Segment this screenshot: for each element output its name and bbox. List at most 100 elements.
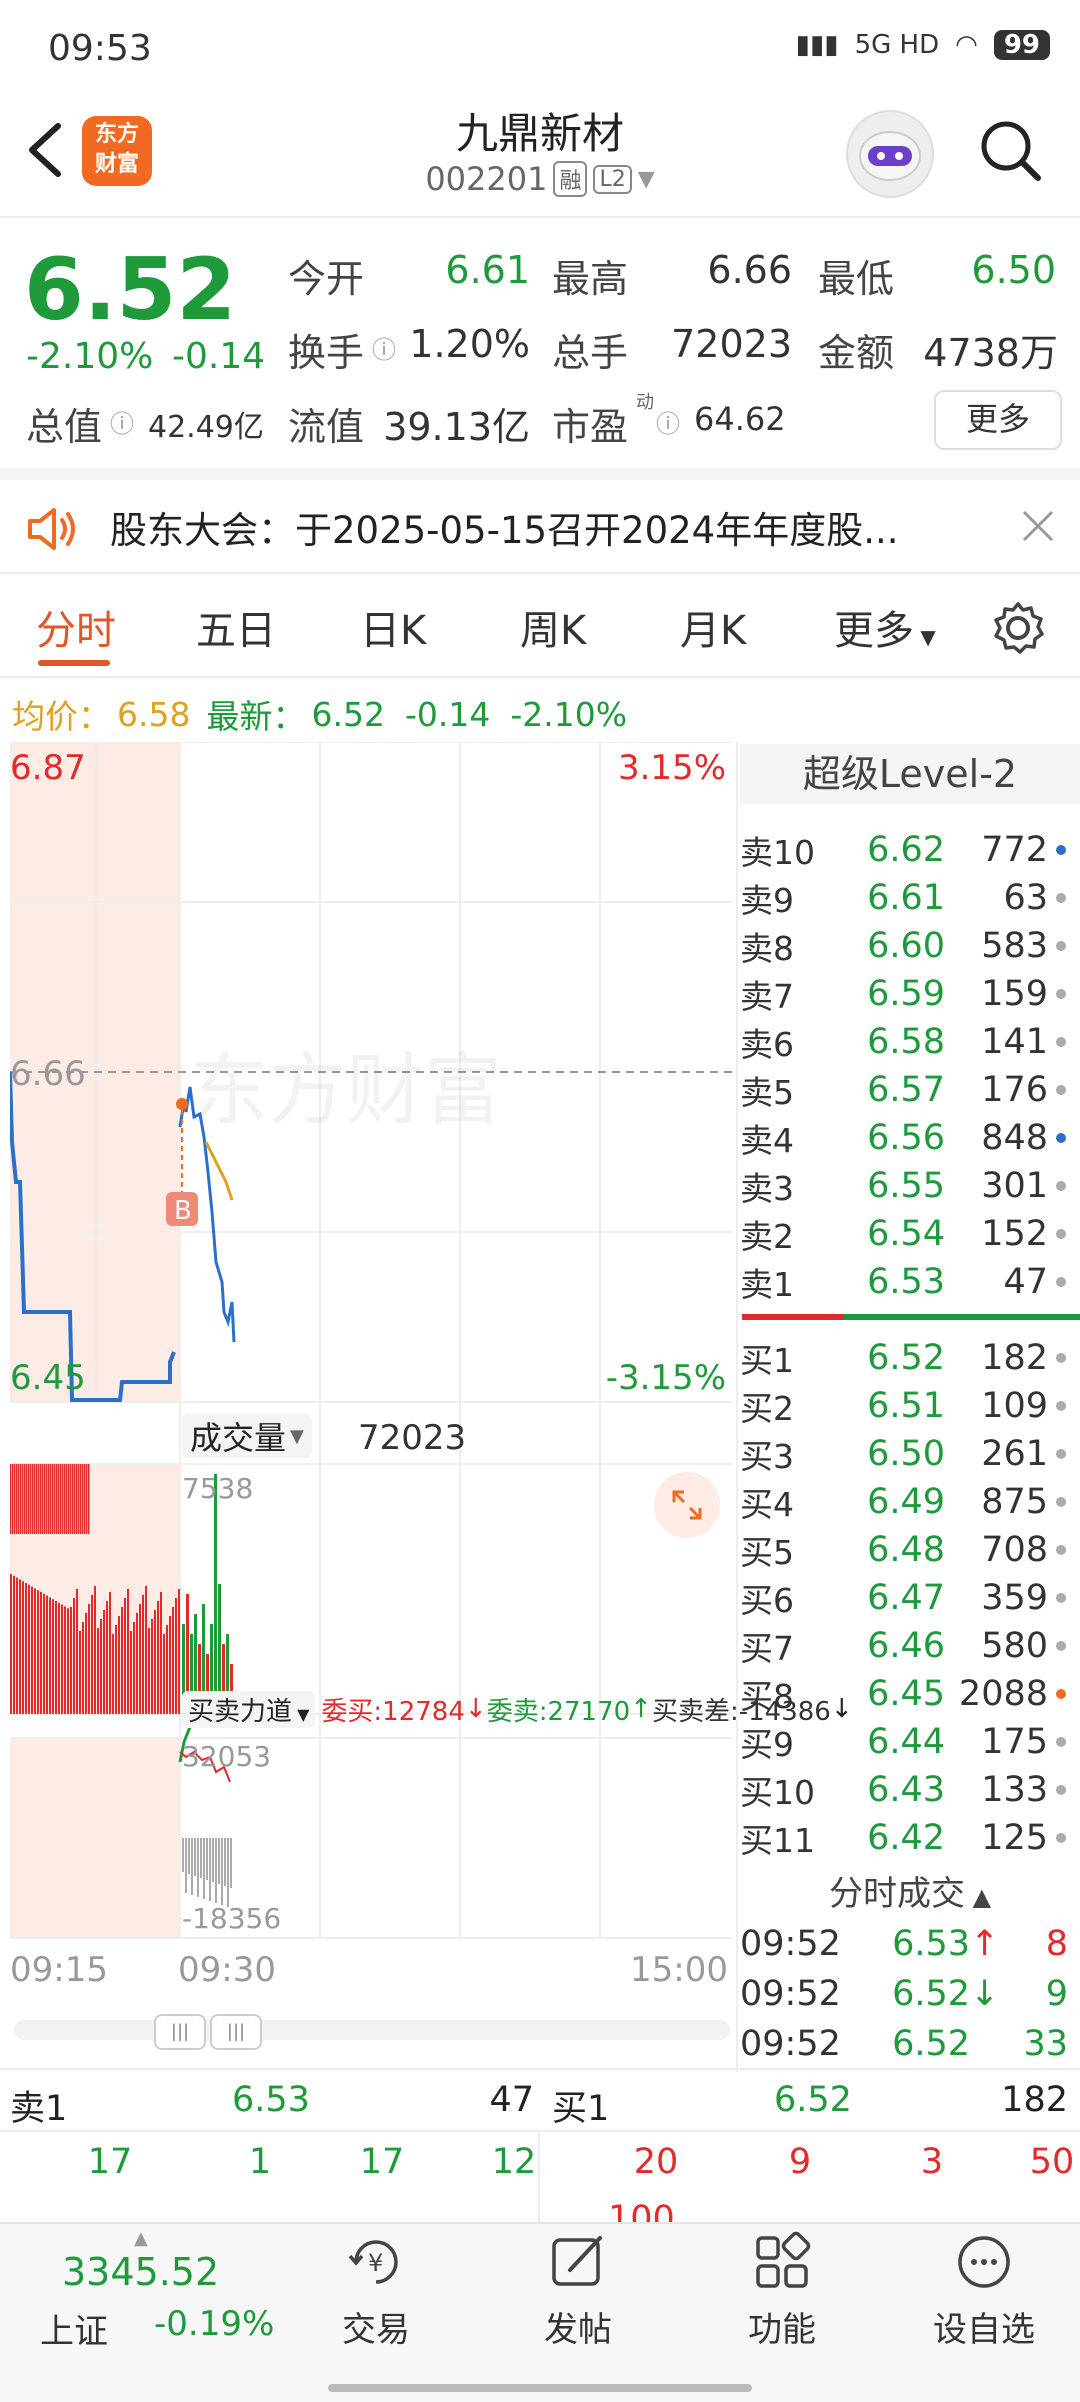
volume-bar: [67, 1608, 69, 1714]
info-icon[interactable]: ⓘ: [372, 330, 396, 365]
more-quote-button[interactable]: 更多: [934, 390, 1062, 450]
nav-functions[interactable]: 功能: [712, 2230, 852, 2351]
nav-trade[interactable]: ¥ 交易: [306, 2230, 446, 2351]
pre-market-shade: [10, 1738, 180, 1938]
tab-month-k[interactable]: 月K: [680, 598, 746, 656]
sell-order-row[interactable]: 卖4 6.56 848: [740, 1114, 1075, 1162]
volume-bar: [74, 1464, 76, 1534]
buy-order-row[interactable]: 买7 6.46 580: [740, 1622, 1075, 1670]
orderbook-title[interactable]: 超级Level-2: [740, 744, 1080, 804]
volume-selector[interactable]: 成交量 ▼: [182, 1414, 312, 1458]
volume-bar: [169, 1616, 171, 1714]
divider: [0, 2130, 1080, 2132]
order-level: 买1: [740, 1341, 794, 1380]
order-volume: 583: [981, 926, 1048, 966]
force-selector[interactable]: 买卖力道 ▼: [182, 1690, 316, 1728]
sell-order-row[interactable]: 卖3 6.55 301: [740, 1162, 1075, 1210]
tab-intraday[interactable]: 分时: [36, 598, 116, 656]
tab-day-k[interactable]: 日K: [360, 598, 426, 656]
buy-order-row[interactable]: 买4 6.49 875: [740, 1478, 1075, 1526]
settings-gear-icon[interactable]: [990, 600, 1046, 656]
buy-order-row[interactable]: 买10 6.43 133: [740, 1766, 1075, 1814]
search-button[interactable]: [978, 118, 1044, 184]
ticks-header[interactable]: 分时成交 ▲: [740, 1864, 1080, 1924]
volume-bar: [88, 1464, 90, 1534]
index-name[interactable]: 上证: [40, 2304, 108, 2353]
notice-bar[interactable]: 股东大会：于2025-05-15召开2024年年度股...: [0, 480, 1080, 576]
buy-order-row[interactable]: 买11 6.42 125: [740, 1814, 1075, 1862]
sell-order-row[interactable]: 卖7 6.59 159: [740, 970, 1075, 1018]
y-axis-max-pct: 3.15%: [617, 748, 726, 788]
nav-post[interactable]: 发帖: [508, 2230, 648, 2351]
assistant-avatar[interactable]: [846, 110, 934, 198]
sell-order-row[interactable]: 卖6 6.58 141: [740, 1018, 1075, 1066]
volume-bar: [61, 1604, 63, 1714]
change-value: -0.14: [172, 336, 266, 377]
buy-order-row[interactable]: 买2 6.51 109: [740, 1382, 1075, 1430]
bq-sell-label: 卖1: [10, 2089, 68, 2129]
order-price: 6.58: [867, 1022, 945, 1062]
buy-order-row[interactable]: 买1 6.52 182: [740, 1334, 1075, 1382]
order-status-dot: [1056, 1785, 1066, 1795]
nav-add-watchlist[interactable]: 设自选: [914, 2230, 1054, 2351]
scroll-handle-left[interactable]: |||: [154, 2014, 206, 2050]
tick-row: 09:52 6.52 ↓ 9: [740, 1970, 1075, 2018]
order-status-dot: [1056, 1401, 1066, 1411]
buy-order-row[interactable]: 买8 6.45 2088: [740, 1670, 1075, 1718]
volume-bar: [19, 1579, 21, 1714]
order-volume: 152: [981, 1214, 1048, 1254]
amount-value: 4738万: [923, 331, 1058, 375]
sell-order-row[interactable]: 卖10 6.62 772: [740, 826, 1075, 874]
buy-order-row[interactable]: 买3 6.50 261: [740, 1430, 1075, 1478]
volume-bar: [85, 1613, 87, 1714]
intraday-chart-area[interactable]: 东方财富 B 6.87 3.15% 6.66 6.45 -3.15% 成交量 ▼…: [10, 742, 853, 1990]
sell-order-row[interactable]: 卖8 6.60 583: [740, 922, 1075, 970]
tab-five-day[interactable]: 五日: [196, 598, 276, 656]
order-status-dot: [1056, 1689, 1066, 1699]
chart-scrollbar[interactable]: [14, 2020, 730, 2040]
nav-trade-label: 交易: [342, 2310, 410, 2350]
order-price: 6.47: [867, 1578, 945, 1618]
volume-bar: [64, 1606, 66, 1714]
tab-more[interactable]: 更多 ▼: [834, 598, 936, 656]
sell-order-row[interactable]: 卖9 6.61 63: [740, 874, 1075, 922]
buy-order-row[interactable]: 买5 6.48 708: [740, 1526, 1075, 1574]
order-price: 6.60: [867, 926, 945, 966]
sell-order-row[interactable]: 卖5 6.57 176: [740, 1066, 1075, 1114]
intraday-chart-svg: 东方财富 B: [10, 742, 732, 1939]
order-volume: 708: [981, 1530, 1048, 1570]
sell-order-row[interactable]: 卖2 6.54 152: [740, 1210, 1075, 1258]
volume-bar: [16, 1577, 18, 1714]
volume-bar: [115, 1625, 117, 1714]
close-icon[interactable]: [1020, 508, 1056, 544]
force-diff-bar: [185, 1838, 187, 1893]
volume-bar: [166, 1625, 168, 1714]
caret-down-icon: ▼: [914, 625, 936, 649]
tab-week-k[interactable]: 周K: [520, 598, 586, 656]
info-icon[interactable]: ⓘ: [110, 404, 134, 439]
index-value[interactable]: 3345.52: [62, 2250, 219, 2294]
volume-bar: [58, 1602, 60, 1714]
volume-bar: [145, 1586, 147, 1714]
order-level: 卖5: [740, 1073, 794, 1112]
buy-order-row[interactable]: 买9 6.44 175: [740, 1718, 1075, 1766]
order-price: 6.51: [867, 1386, 945, 1426]
info-icon[interactable]: ⓘ: [656, 404, 680, 439]
order-price: 6.53: [867, 1262, 945, 1302]
order-volume: 359: [981, 1578, 1048, 1618]
nav-functions-label: 功能: [748, 2310, 816, 2350]
sell-order-row[interactable]: 卖1 6.53 47: [740, 1258, 1075, 1306]
buy-order-row[interactable]: 买6 6.47 359: [740, 1574, 1075, 1622]
amount-label: 金额: [818, 331, 895, 375]
volume-bar: [178, 1589, 180, 1714]
time-open: 09:30: [178, 1950, 276, 1990]
volume-bar: [52, 1464, 54, 1534]
force-min: -18356: [182, 1902, 282, 1935]
force-diff-bar: [209, 1838, 211, 1901]
buy-queue-item: 50: [1029, 2142, 1075, 2182]
volume-value: 72023: [671, 322, 792, 366]
volume-bar: [86, 1464, 88, 1534]
status-icons: ▮▮▮ 5G HD ◠ 99: [796, 30, 1050, 60]
expand-button[interactable]: [654, 1472, 720, 1538]
scroll-handle-right[interactable]: |||: [210, 2014, 262, 2050]
